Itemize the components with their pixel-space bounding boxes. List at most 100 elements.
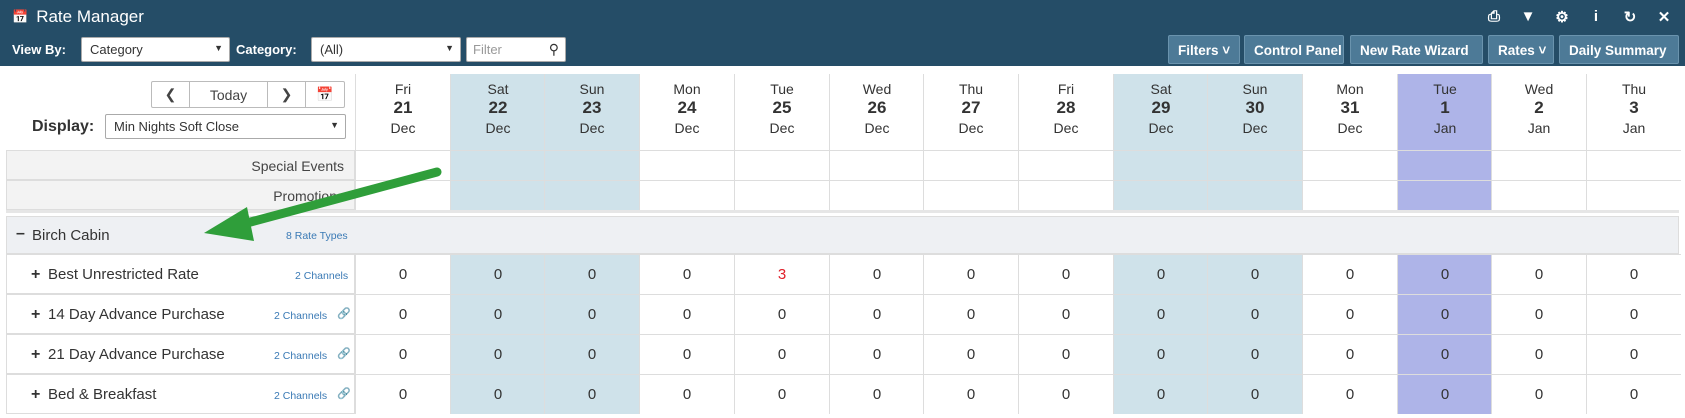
calendar-button[interactable]: 📅 — [306, 82, 344, 107]
rate-value-cell[interactable]: 0 — [450, 294, 545, 334]
rate-value-cell[interactable]: 0 — [923, 334, 1018, 374]
info-icon[interactable]: i — [1587, 8, 1605, 26]
rate-value-cell[interactable]: 0 — [1018, 294, 1113, 334]
category-select[interactable]: (All) ▼ — [311, 37, 461, 62]
info-cell[interactable] — [1207, 180, 1302, 210]
rate-value-cell[interactable]: 0 — [1113, 334, 1208, 374]
rate-value-cell[interactable]: 0 — [639, 334, 734, 374]
info-cell[interactable] — [734, 180, 829, 210]
rate-value-cell[interactable]: 0 — [1207, 254, 1302, 294]
group-row[interactable]: – Birch Cabin 8 Rate Types — [6, 216, 1679, 254]
rate-value-cell[interactable]: 0 — [1113, 294, 1208, 334]
rate-value-cell[interactable]: 0 — [450, 254, 545, 294]
rate-value-cell[interactable]: 0 — [829, 374, 924, 414]
rates-button[interactable]: Rates ˅ — [1488, 35, 1554, 64]
info-cell[interactable] — [355, 180, 450, 210]
rate-row-label[interactable]: + Bed & Breakfast 2 Channels 🔗 — [6, 374, 355, 414]
rate-value-cell[interactable]: 0 — [355, 254, 450, 294]
filter-input[interactable]: Filter ⚲ — [466, 37, 566, 62]
prev-button[interactable]: ❮ — [152, 82, 190, 107]
rate-value-cell[interactable]: 0 — [1397, 374, 1492, 414]
info-cell[interactable] — [1207, 150, 1302, 180]
info-cell[interactable] — [923, 150, 1018, 180]
rate-value-cell[interactable]: 0 — [923, 254, 1018, 294]
rate-value-cell[interactable]: 0 — [1586, 334, 1681, 374]
daily-summary-button[interactable]: Daily Summary — [1559, 35, 1679, 64]
close-icon[interactable]: ✕ — [1655, 8, 1673, 26]
view-by-select[interactable]: Category ▼ — [81, 37, 230, 62]
info-cell[interactable] — [1113, 180, 1208, 210]
expand-icon[interactable]: + — [31, 386, 40, 404]
rate-value-cell[interactable]: 0 — [1491, 294, 1586, 334]
rate-value-cell[interactable]: 0 — [923, 374, 1018, 414]
rate-value-cell[interactable]: 0 — [1491, 334, 1586, 374]
rate-value-cell[interactable]: 0 — [1302, 334, 1397, 374]
rate-value-cell[interactable]: 0 — [1113, 254, 1208, 294]
rate-value-cell[interactable]: 0 — [355, 334, 450, 374]
info-cell[interactable] — [544, 150, 639, 180]
collapse-icon[interactable]: – — [16, 225, 25, 243]
next-button[interactable]: ❯ — [268, 82, 306, 107]
rate-value-cell[interactable]: 3 — [734, 254, 829, 294]
rate-value-cell[interactable]: 0 — [1018, 374, 1113, 414]
info-cell[interactable] — [450, 150, 545, 180]
rate-value-cell[interactable]: 0 — [1586, 374, 1681, 414]
channels-link[interactable]: 2 Channels — [274, 350, 327, 362]
rate-value-cell[interactable]: 0 — [829, 294, 924, 334]
info-cell[interactable] — [1302, 180, 1397, 210]
rate-value-cell[interactable]: 0 — [450, 334, 545, 374]
rate-value-cell[interactable]: 0 — [1207, 374, 1302, 414]
info-cell[interactable] — [355, 150, 450, 180]
info-cell[interactable] — [1491, 150, 1586, 180]
info-cell[interactable] — [1397, 180, 1492, 210]
rate-value-cell[interactable]: 0 — [1207, 334, 1302, 374]
rate-value-cell[interactable]: 0 — [1397, 254, 1492, 294]
rate-value-cell[interactable]: 0 — [639, 294, 734, 334]
channels-link[interactable]: 2 Channels — [274, 390, 327, 402]
rate-value-cell[interactable]: 0 — [829, 254, 924, 294]
expand-icon[interactable]: + — [31, 346, 40, 364]
rate-value-cell[interactable]: 0 — [1302, 254, 1397, 294]
expand-icon[interactable]: + — [31, 306, 40, 324]
rate-value-cell[interactable]: 0 — [639, 374, 734, 414]
info-cell[interactable] — [829, 150, 924, 180]
info-cell[interactable] — [544, 180, 639, 210]
rate-value-cell[interactable]: 0 — [1586, 254, 1681, 294]
expand-icon[interactable]: + — [31, 266, 40, 284]
search-icon[interactable]: ⚲ — [549, 41, 559, 58]
rate-value-cell[interactable]: 0 — [1397, 334, 1492, 374]
rate-value-cell[interactable]: 0 — [544, 254, 639, 294]
info-cell[interactable] — [450, 180, 545, 210]
rate-value-cell[interactable]: 0 — [1397, 294, 1492, 334]
info-cell[interactable] — [639, 180, 734, 210]
rate-value-cell[interactable]: 0 — [829, 334, 924, 374]
info-cell[interactable] — [639, 150, 734, 180]
rate-value-cell[interactable]: 0 — [1018, 254, 1113, 294]
info-cell[interactable] — [1586, 180, 1681, 210]
rate-value-cell[interactable]: 0 — [1018, 334, 1113, 374]
rate-value-cell[interactable]: 0 — [544, 334, 639, 374]
rate-value-cell[interactable]: 0 — [1491, 374, 1586, 414]
channels-link[interactable]: 2 Channels — [274, 310, 327, 322]
rate-value-cell[interactable]: 0 — [734, 374, 829, 414]
refresh-icon[interactable]: ↻ — [1621, 8, 1639, 26]
display-select[interactable]: Min Nights Soft Close ▼ — [105, 114, 346, 139]
rate-value-cell[interactable]: 0 — [1113, 374, 1208, 414]
rate-types-link[interactable]: 8 Rate Types — [286, 230, 348, 242]
rate-value-cell[interactable]: 0 — [355, 374, 450, 414]
info-cell[interactable] — [1018, 150, 1113, 180]
info-cell[interactable] — [1018, 180, 1113, 210]
rate-value-cell[interactable]: 0 — [734, 334, 829, 374]
rate-value-cell[interactable]: 0 — [1586, 294, 1681, 334]
info-cell[interactable] — [1491, 180, 1586, 210]
rate-value-cell[interactable]: 0 — [639, 254, 734, 294]
filter-icon[interactable]: ▼ — [1519, 8, 1537, 26]
rate-value-cell[interactable]: 0 — [450, 374, 545, 414]
control-panel-button[interactable]: Control Panel — [1244, 35, 1344, 64]
today-button[interactable]: Today — [190, 82, 268, 107]
new-rate-wizard-button[interactable]: New Rate Wizard — [1350, 35, 1483, 64]
rate-value-cell[interactable]: 0 — [355, 294, 450, 334]
rate-value-cell[interactable]: 0 — [1491, 254, 1586, 294]
gear-icon[interactable]: ⚙ — [1553, 8, 1571, 26]
info-cell[interactable] — [923, 180, 1018, 210]
